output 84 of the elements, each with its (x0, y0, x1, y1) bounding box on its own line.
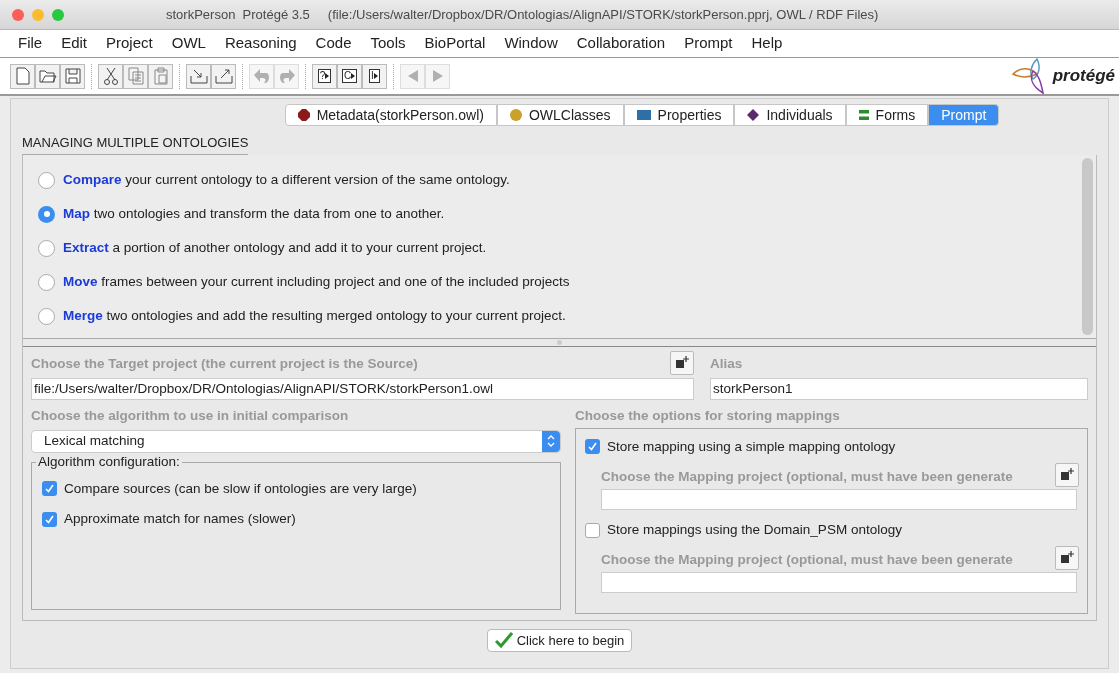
mapping-project-label: Choose the Mapping project (optional, must have been generate (601, 467, 1014, 486)
tray-out-icon (214, 68, 233, 84)
add-square-icon (1060, 551, 1074, 566)
checkbox[interactable] (42, 481, 57, 497)
toolbar-button[interactable]: C (337, 63, 362, 89)
menu-item[interactable]: Help (751, 32, 783, 55)
add-project-button[interactable] (670, 350, 694, 375)
mapping-project-field[interactable] (601, 489, 1077, 510)
toolbar-button[interactable] (211, 63, 236, 89)
toolbar-button[interactable] (186, 63, 211, 89)
menu-item[interactable]: Edit (61, 32, 88, 55)
radio-button[interactable] (38, 205, 55, 223)
option-label: Move frames between your current including project and one of the included projects (63, 272, 570, 291)
menu-item[interactable]: Reasoning (224, 32, 297, 55)
mapping-project-label: Choose the Mapping project (optional, must have been generate (601, 551, 1014, 569)
begin-button[interactable]: Click here to begin (486, 628, 633, 652)
radio-button[interactable] (38, 171, 55, 189)
tab[interactable]: Properties (623, 104, 735, 126)
tray-in-icon (189, 68, 208, 84)
target-field[interactable]: file:/Users/walter/Dropbox/DR/Ontologias/AlignAPI/STORK/storkPerson1.owl (31, 377, 694, 400)
menu-item[interactable]: Project (106, 32, 153, 55)
tab[interactable]: Metadata(storkPerson.owl) (284, 104, 497, 126)
radio-button[interactable] (38, 239, 55, 257)
checkbox-label: Approximate match for names (slower) (64, 510, 296, 528)
forward-triangle-icon (430, 69, 445, 83)
alias-label: Alias (710, 355, 744, 374)
undo-arrow-icon (252, 68, 271, 84)
algorithm-label: Choose the algorithm to use in initial comparison (31, 406, 350, 425)
checkmark-icon (494, 632, 513, 649)
checkbox[interactable] (585, 439, 600, 455)
new-file-icon (14, 67, 31, 85)
mapping-project-field[interactable] (601, 572, 1077, 594)
play-triangle-icon (351, 73, 356, 79)
target-label: Choose the Target project (the current project is the Source) (31, 355, 418, 374)
tab[interactable]: Forms (845, 104, 929, 126)
radio-button[interactable] (38, 307, 55, 325)
play-triangle-icon (373, 73, 378, 79)
stepper-icon (542, 430, 560, 452)
section-title: MANAGING MULTIPLE ONTOLOGIES (22, 133, 249, 155)
checkbox-label: Store mappings using the Domain_PSM ontology (607, 521, 902, 539)
protege-logo-text: protégé (1052, 65, 1115, 88)
radio-button[interactable] (38, 273, 55, 291)
storing-label: Choose the options for storing mappings (575, 406, 841, 425)
menu-item[interactable]: Collaboration (576, 32, 666, 55)
add-project-button[interactable] (1055, 463, 1079, 487)
checkbox[interactable] (585, 522, 600, 538)
option-label: Extract a portion of another ontology and add it to your current project. (63, 238, 487, 257)
option-label: Merge two ontologies and add the resulting merged ontology to your current project. (63, 306, 566, 325)
clipboard-icon (152, 67, 169, 85)
tab[interactable]: Individuals (734, 104, 846, 126)
scissors-icon (102, 67, 119, 85)
menu-item[interactable]: BioPortal (424, 32, 486, 55)
algorithm-dropdown[interactable]: Lexical matching (31, 429, 561, 453)
option-label: Map two ontologies and transform the data from one to another. (63, 204, 445, 223)
close-button[interactable] (12, 8, 24, 21)
toolbar-button[interactable] (35, 63, 60, 89)
toolbar-button[interactable] (60, 63, 85, 89)
menu-item[interactable]: OWL (171, 32, 206, 55)
toolbar-button[interactable] (10, 63, 35, 89)
play-triangle-icon (325, 73, 330, 79)
checkbox-label: Store mapping using a simple mapping ontology (607, 437, 896, 456)
add-square-icon (1060, 468, 1074, 482)
alias-field[interactable]: storkPerson1 (710, 377, 1088, 400)
folder-icon (38, 68, 57, 84)
copy-icon (127, 67, 144, 85)
checkbox[interactable] (42, 511, 57, 527)
option-label: Compare your current ontology to a different version of the same ontology. (63, 170, 510, 189)
tab[interactable]: OWLClasses (496, 104, 624, 126)
toolbar-button[interactable]: ? (312, 63, 337, 89)
menu-item[interactable]: Tools (370, 32, 406, 55)
menu-item[interactable]: File (18, 32, 43, 55)
toolbar-button[interactable]: I (362, 63, 387, 89)
minimize-button[interactable] (32, 8, 44, 21)
maximize-button[interactable] (52, 8, 64, 21)
add-square-icon (675, 355, 689, 370)
toolbar-button[interactable] (98, 63, 123, 89)
menu-item[interactable]: Window (504, 32, 558, 55)
checkbox-label: Compare sources (can be slow if ontologies are very large) (64, 479, 417, 498)
redo-arrow-icon (277, 68, 296, 84)
splitter-handle[interactable] (557, 339, 562, 345)
add-project-button[interactable] (1055, 546, 1079, 571)
menu-item[interactable]: Code (315, 32, 352, 55)
window-title: storkPerson Protégé 3.5 (file:/Users/walter/Dropbox/DR/Ontologias/AlignAPI/STORK/storkPerson.pprj, OWL / RDF Files) (166, 5, 879, 24)
menu-item[interactable]: Prompt (684, 32, 733, 55)
